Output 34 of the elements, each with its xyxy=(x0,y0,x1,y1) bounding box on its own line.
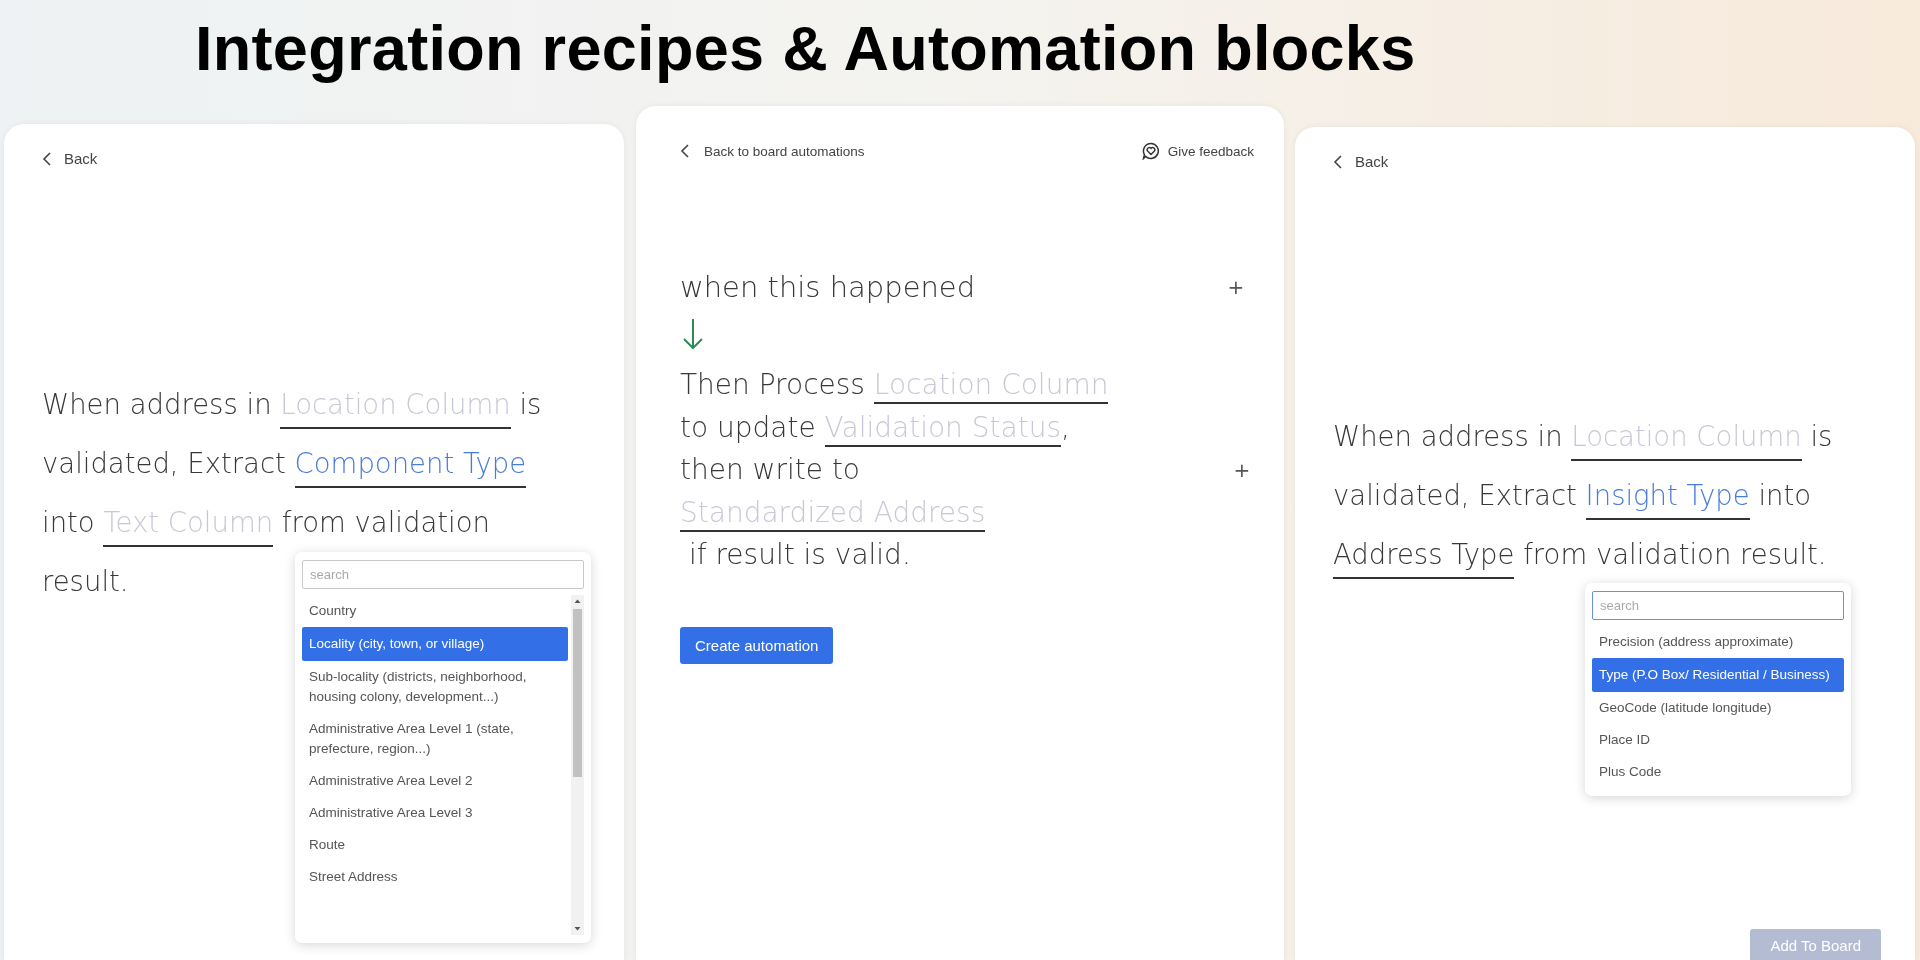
menu-option[interactable]: Locality (city, town, or village) xyxy=(302,627,568,661)
arrow-down-icon xyxy=(682,318,704,350)
column-field[interactable]: Address Type xyxy=(1333,538,1515,579)
chevron-left-icon xyxy=(42,150,52,167)
feedback-button[interactable]: Give feedback xyxy=(1141,142,1254,160)
menu-option[interactable]: Street Address xyxy=(302,861,568,893)
menu-option[interactable]: Administrative Area Level 3 xyxy=(302,797,568,829)
chevron-left-icon xyxy=(680,143,690,159)
page-title: Integration recipes & Automation blocks xyxy=(195,12,1416,84)
chevron-left-icon xyxy=(1333,153,1343,170)
trigger-label: when this happened xyxy=(680,270,976,304)
menu-option[interactable]: Administrative Area Level 1 (state, prefecture, region...) xyxy=(302,713,568,765)
back-button[interactable]: Back to board automations xyxy=(680,143,865,159)
menu-option[interactable]: Route xyxy=(302,829,568,861)
add-action-button[interactable]: + xyxy=(1230,458,1254,483)
back-button[interactable]: Back xyxy=(42,150,98,167)
rule-sentence: When address in Location Column is validated, Extract Insight Type into Address Type from validation result. xyxy=(1333,407,1877,584)
menu-option[interactable]: Place ID xyxy=(1592,724,1844,756)
menu-option[interactable]: GeoCode (latitude longitude) xyxy=(1592,692,1844,724)
menu-option[interactable]: Plus Code xyxy=(1592,756,1844,788)
column-field[interactable]: Component Type xyxy=(294,447,527,488)
column-field[interactable]: Insight Type xyxy=(1585,479,1750,520)
menu-option[interactable]: Precision (address approximate) xyxy=(1592,626,1844,658)
menu-option[interactable]: Administrative Area Level 2 xyxy=(302,765,568,797)
rule-sentence: Then Process Location Column to update Validation Status, then write to Standardized Address if result is valid. xyxy=(680,367,1109,573)
menu-option[interactable]: Sub-locality (districts, neighborhood, housing colony, development...) xyxy=(302,661,568,713)
create-automation-button[interactable]: Create automation xyxy=(680,626,834,664)
menu-option[interactable]: Country xyxy=(302,595,568,627)
add-trigger-button[interactable]: + xyxy=(1224,275,1248,299)
search-field[interactable]: search xyxy=(302,560,584,589)
chat-heart-icon xyxy=(1141,142,1160,160)
menu-option[interactable]: Type (P.O Box/ Residential / Business) xyxy=(1592,658,1844,692)
search-field[interactable]: search xyxy=(1592,591,1844,620)
back-button[interactable]: Back xyxy=(1333,153,1389,170)
